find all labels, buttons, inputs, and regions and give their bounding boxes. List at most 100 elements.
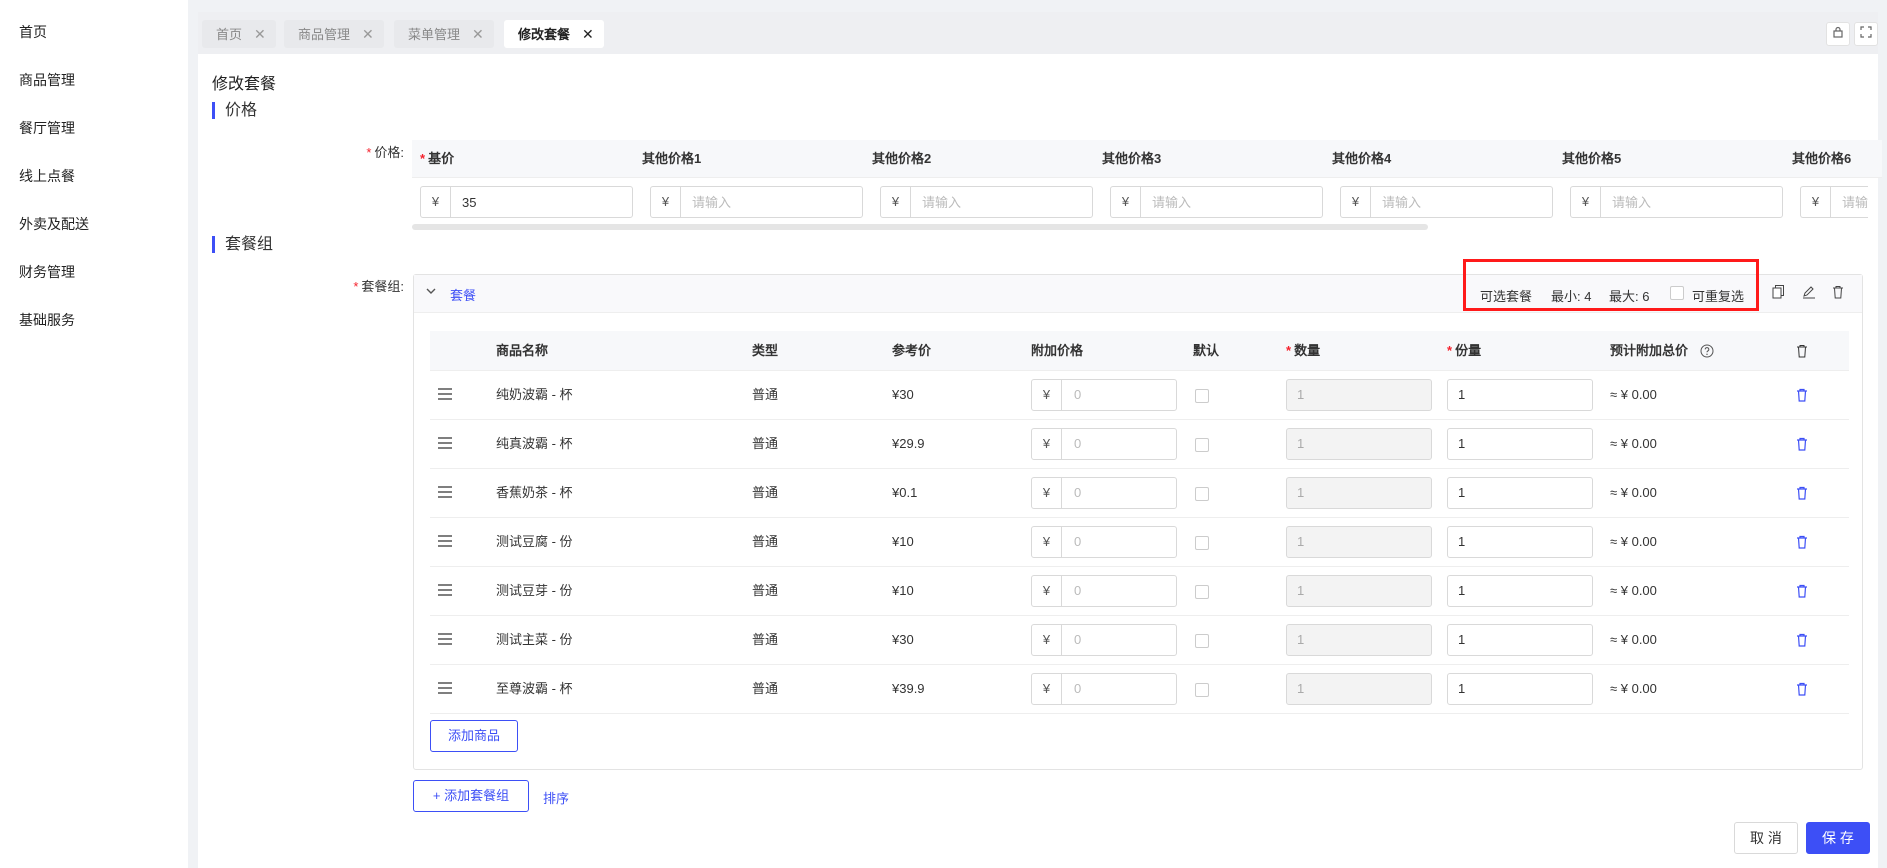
combo-group-name[interactable]: 套餐 xyxy=(450,285,476,304)
quantity-input: 1 xyxy=(1286,673,1432,705)
sidebar-item-restaurants[interactable]: 餐厅管理 xyxy=(19,118,75,138)
product-ref-price: ¥30 xyxy=(892,387,914,402)
sidebar-item-home[interactable]: 首页 xyxy=(19,22,47,42)
save-button[interactable]: 保 存 xyxy=(1806,822,1870,854)
other-price-6-input[interactable] xyxy=(1832,187,1868,217)
add-combo-group-button[interactable]: + 添加套餐组 xyxy=(413,780,529,812)
extra-price-field[interactable]: ¥0 xyxy=(1031,379,1177,411)
product-name: 测试主菜 - 份 xyxy=(496,632,573,647)
other-price-4-input[interactable] xyxy=(1372,187,1552,217)
tab-label: 首页 xyxy=(216,27,243,42)
col-ref-price: 参考价 xyxy=(892,343,932,358)
product-ref-price: ¥0.1 xyxy=(892,485,918,500)
sidebar-item-products[interactable]: 商品管理 xyxy=(19,70,75,90)
portion-input[interactable]: 1 xyxy=(1447,673,1593,705)
sidebar-item-finance[interactable]: 财务管理 xyxy=(19,262,75,282)
extra-price-field[interactable]: ¥0 xyxy=(1031,428,1177,460)
base-price-field[interactable]: ¥ xyxy=(420,186,633,218)
drag-handle-icon[interactable] xyxy=(438,486,452,501)
drag-handle-icon[interactable] xyxy=(438,633,452,648)
other-price-5-field[interactable]: ¥ xyxy=(1570,186,1783,218)
help-icon[interactable] xyxy=(1700,334,1714,374)
default-checkbox[interactable] xyxy=(1195,389,1209,403)
default-checkbox[interactable] xyxy=(1195,683,1209,697)
drag-handle-icon[interactable] xyxy=(438,535,452,550)
delete-row-icon[interactable] xyxy=(1796,633,1808,647)
close-icon[interactable]: ✕ xyxy=(254,26,266,42)
currency-prefix: ¥ xyxy=(1032,576,1062,606)
close-icon[interactable]: ✕ xyxy=(472,26,484,42)
tab-edit-combo[interactable]: 修改套餐 ✕ xyxy=(504,20,604,48)
product-type: 普通 xyxy=(752,534,779,549)
edit-icon[interactable] xyxy=(1802,285,1816,302)
portion-input[interactable]: 1 xyxy=(1447,428,1593,460)
delete-row-icon[interactable] xyxy=(1796,682,1808,696)
delete-row-icon[interactable] xyxy=(1796,584,1808,598)
sidebar-item-online-order[interactable]: 线上点餐 xyxy=(19,166,75,186)
default-checkbox[interactable] xyxy=(1195,487,1209,501)
default-checkbox[interactable] xyxy=(1195,634,1209,648)
currency-prefix: ¥ xyxy=(1032,478,1062,508)
portion-input[interactable]: 1 xyxy=(1447,624,1593,656)
extra-price-field[interactable]: ¥0 xyxy=(1031,575,1177,607)
portion-input[interactable]: 1 xyxy=(1447,477,1593,509)
close-icon[interactable]: ✕ xyxy=(582,26,594,42)
delete-group-icon[interactable] xyxy=(1832,285,1844,302)
delete-row-icon[interactable] xyxy=(1796,388,1808,402)
other-price-2-field[interactable]: ¥ xyxy=(880,186,1093,218)
drag-handle-icon[interactable] xyxy=(438,584,452,599)
other-price-5-input[interactable] xyxy=(1602,187,1782,217)
delete-row-icon[interactable] xyxy=(1796,437,1808,451)
delete-all-icon[interactable] xyxy=(1796,344,1808,361)
default-checkbox[interactable] xyxy=(1195,585,1209,599)
add-product-button[interactable]: 添加商品 xyxy=(430,720,518,752)
copy-icon[interactable] xyxy=(1772,285,1785,302)
drag-handle-icon[interactable] xyxy=(438,437,452,452)
extra-price-placeholder: 0 xyxy=(1074,583,1082,598)
portion-input[interactable]: 1 xyxy=(1447,379,1593,411)
product-type: 普通 xyxy=(752,387,779,402)
extra-price-field[interactable]: ¥0 xyxy=(1031,673,1177,705)
extra-price-field[interactable]: ¥0 xyxy=(1031,624,1177,656)
sidebar-item-basic-service[interactable]: 基础服务 xyxy=(19,310,75,330)
horizontal-scrollbar[interactable] xyxy=(412,224,1428,230)
portion-input[interactable]: 1 xyxy=(1447,575,1593,607)
other-price-3-input[interactable] xyxy=(1142,187,1322,217)
extra-price-field[interactable]: ¥0 xyxy=(1031,477,1177,509)
sidebar-item-delivery[interactable]: 外卖及配送 xyxy=(19,214,89,234)
product-table-header: 商品名称 类型 参考价 附加价格 默认 * 数量 * 份量 预计附加总价 xyxy=(430,331,1849,371)
drag-handle-icon[interactable] xyxy=(438,388,452,403)
currency-prefix: ¥ xyxy=(651,187,681,217)
other-price-2-input[interactable] xyxy=(912,187,1092,217)
tab-products[interactable]: 商品管理 ✕ xyxy=(284,20,384,48)
other-price-6-field[interactable]: ¥ xyxy=(1800,186,1868,218)
fullscreen-icon[interactable] xyxy=(1854,22,1878,46)
close-icon[interactable]: ✕ xyxy=(362,26,374,42)
table-row: 至尊波霸 - 杯 普通 ¥39.9 ¥0 1 1 ≈ ¥ 0.00 xyxy=(430,665,1849,714)
other-price-1-input[interactable] xyxy=(682,187,862,217)
delete-row-icon[interactable] xyxy=(1796,535,1808,549)
sort-link[interactable]: 排序 xyxy=(543,788,569,807)
other-price-4-field[interactable]: ¥ xyxy=(1340,186,1553,218)
tab-menu[interactable]: 菜单管理 ✕ xyxy=(394,20,494,48)
portion-input[interactable]: 1 xyxy=(1447,526,1593,558)
cancel-button[interactable]: 取 消 xyxy=(1734,822,1798,854)
other-price-1-field[interactable]: ¥ xyxy=(650,186,863,218)
product-type: 普通 xyxy=(752,485,779,500)
delete-row-icon[interactable] xyxy=(1796,486,1808,500)
base-price-input[interactable] xyxy=(452,187,632,217)
default-checkbox[interactable] xyxy=(1195,536,1209,550)
tab-home[interactable]: 首页 ✕ xyxy=(202,20,276,48)
product-ref-price: ¥30 xyxy=(892,632,914,647)
highlight-box xyxy=(1463,259,1759,311)
other-price-3-field[interactable]: ¥ xyxy=(1110,186,1323,218)
combo-group-label: * 套餐组: xyxy=(353,279,404,294)
drag-handle-icon[interactable] xyxy=(438,682,452,697)
est-total-value: ≈ ¥ 0.00 xyxy=(1610,632,1657,647)
col-est-total: 预计附加总价 xyxy=(1610,331,1714,374)
extra-price-field[interactable]: ¥0 xyxy=(1031,526,1177,558)
default-checkbox[interactable] xyxy=(1195,438,1209,452)
lock-icon[interactable] xyxy=(1826,22,1850,46)
section-title-combo-group: 套餐组 xyxy=(212,236,273,253)
chevron-down-icon[interactable] xyxy=(426,285,436,299)
